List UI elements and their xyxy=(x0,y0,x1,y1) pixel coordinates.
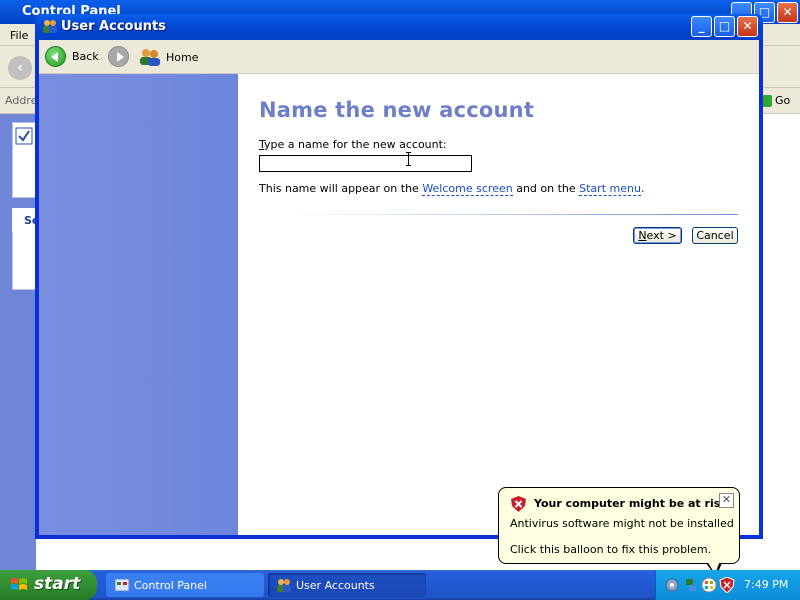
forward-arrow-icon[interactable] xyxy=(108,46,129,67)
page-title: Name the new account xyxy=(259,98,535,122)
go-button[interactable]: Go xyxy=(760,92,794,110)
balloon-title: Your computer might be at risk xyxy=(534,497,728,510)
balloon-action-text: Click this balloon to fix this problem. xyxy=(510,543,712,556)
background-panel-switch-view[interactable] xyxy=(12,122,36,198)
separator-line xyxy=(288,214,738,215)
taskbar: start Control Panel User Accounts 7:49 P… xyxy=(0,570,800,600)
start-button[interactable]: start xyxy=(0,570,97,600)
start-label: start xyxy=(34,574,81,594)
text-cursor-icon xyxy=(406,152,411,166)
balloon-close-button[interactable]: ✕ xyxy=(719,493,734,508)
security-shield-icon xyxy=(511,496,526,512)
name-info-text: This name will appear on the Welcome scr… xyxy=(259,182,645,196)
taskbar-label-control-panel: Control Panel xyxy=(134,579,207,592)
navigation-bar: Back Home xyxy=(39,40,759,74)
control-panel-icon xyxy=(114,578,130,592)
windows-flag-icon xyxy=(11,578,27,590)
next-access-key: N xyxy=(638,229,647,242)
minimize-button[interactable]: _ xyxy=(691,16,712,37)
background-back-icon[interactable]: ‹ xyxy=(8,56,32,80)
home-users-icon xyxy=(140,49,160,66)
back-label: Back xyxy=(72,50,99,63)
taskbar-button-control-panel[interactable]: Control Panel xyxy=(106,573,264,597)
menu-file[interactable]: File xyxy=(10,29,28,42)
checkmark-icon xyxy=(15,127,33,145)
taskbar-button-user-accounts[interactable]: User Accounts xyxy=(268,573,426,597)
security-center-icon[interactable] xyxy=(719,577,735,593)
balloon-message: Antivirus software might not be installe… xyxy=(510,517,734,530)
prompt-text: ype a name for the new account: xyxy=(264,138,447,151)
title-bar[interactable]: User Accounts _ □ ✕ xyxy=(35,14,763,40)
background-close-button[interactable]: ✕ xyxy=(777,2,798,23)
side-pane xyxy=(39,74,238,535)
back-arrow-icon xyxy=(45,46,66,67)
home-button[interactable]: Home xyxy=(139,48,198,66)
window-controls: _ □ ✕ xyxy=(691,16,758,37)
name-prompt-label: Type a name for the new account: xyxy=(259,138,447,151)
maximize-button[interactable]: □ xyxy=(714,16,735,37)
system-tray: 7:49 PM xyxy=(655,570,800,600)
network-icon[interactable] xyxy=(683,577,699,593)
taskbar-label-user-accounts: User Accounts xyxy=(296,579,375,592)
content-area: Name the new account Type a name for the… xyxy=(39,74,759,535)
welcome-screen-link[interactable]: Welcome screen xyxy=(422,182,513,196)
windows-update-icon[interactable] xyxy=(701,577,717,593)
info-prefix: This name will appear on the xyxy=(259,182,423,195)
user-accounts-icon xyxy=(43,20,57,33)
background-panel-heading: Se xyxy=(12,208,36,232)
start-menu-link[interactable]: Start menu xyxy=(579,182,641,196)
home-label: Home xyxy=(166,50,199,64)
next-button[interactable]: Next > xyxy=(633,227,682,244)
security-balloon[interactable]: Your computer might be at risk ✕ Antivir… xyxy=(498,487,740,564)
user-accounts-window: User Accounts _ □ ✕ Back Home Name the n… xyxy=(35,14,763,539)
user-accounts-task-icon xyxy=(277,579,291,592)
main-pane: Name the new account Type a name for the… xyxy=(238,74,759,535)
clock: 7:49 PM xyxy=(744,578,789,591)
volume-icon[interactable] xyxy=(664,577,680,593)
account-name-input[interactable] xyxy=(259,155,472,172)
next-label: ext > xyxy=(646,229,677,242)
cancel-button[interactable]: Cancel xyxy=(692,227,738,244)
back-button[interactable]: Back xyxy=(45,46,99,67)
info-middle: and on the xyxy=(512,182,580,195)
window-title: User Accounts xyxy=(61,19,166,34)
go-label: Go xyxy=(775,94,791,107)
close-button[interactable]: ✕ xyxy=(737,16,758,37)
info-suffix: . xyxy=(640,182,645,195)
